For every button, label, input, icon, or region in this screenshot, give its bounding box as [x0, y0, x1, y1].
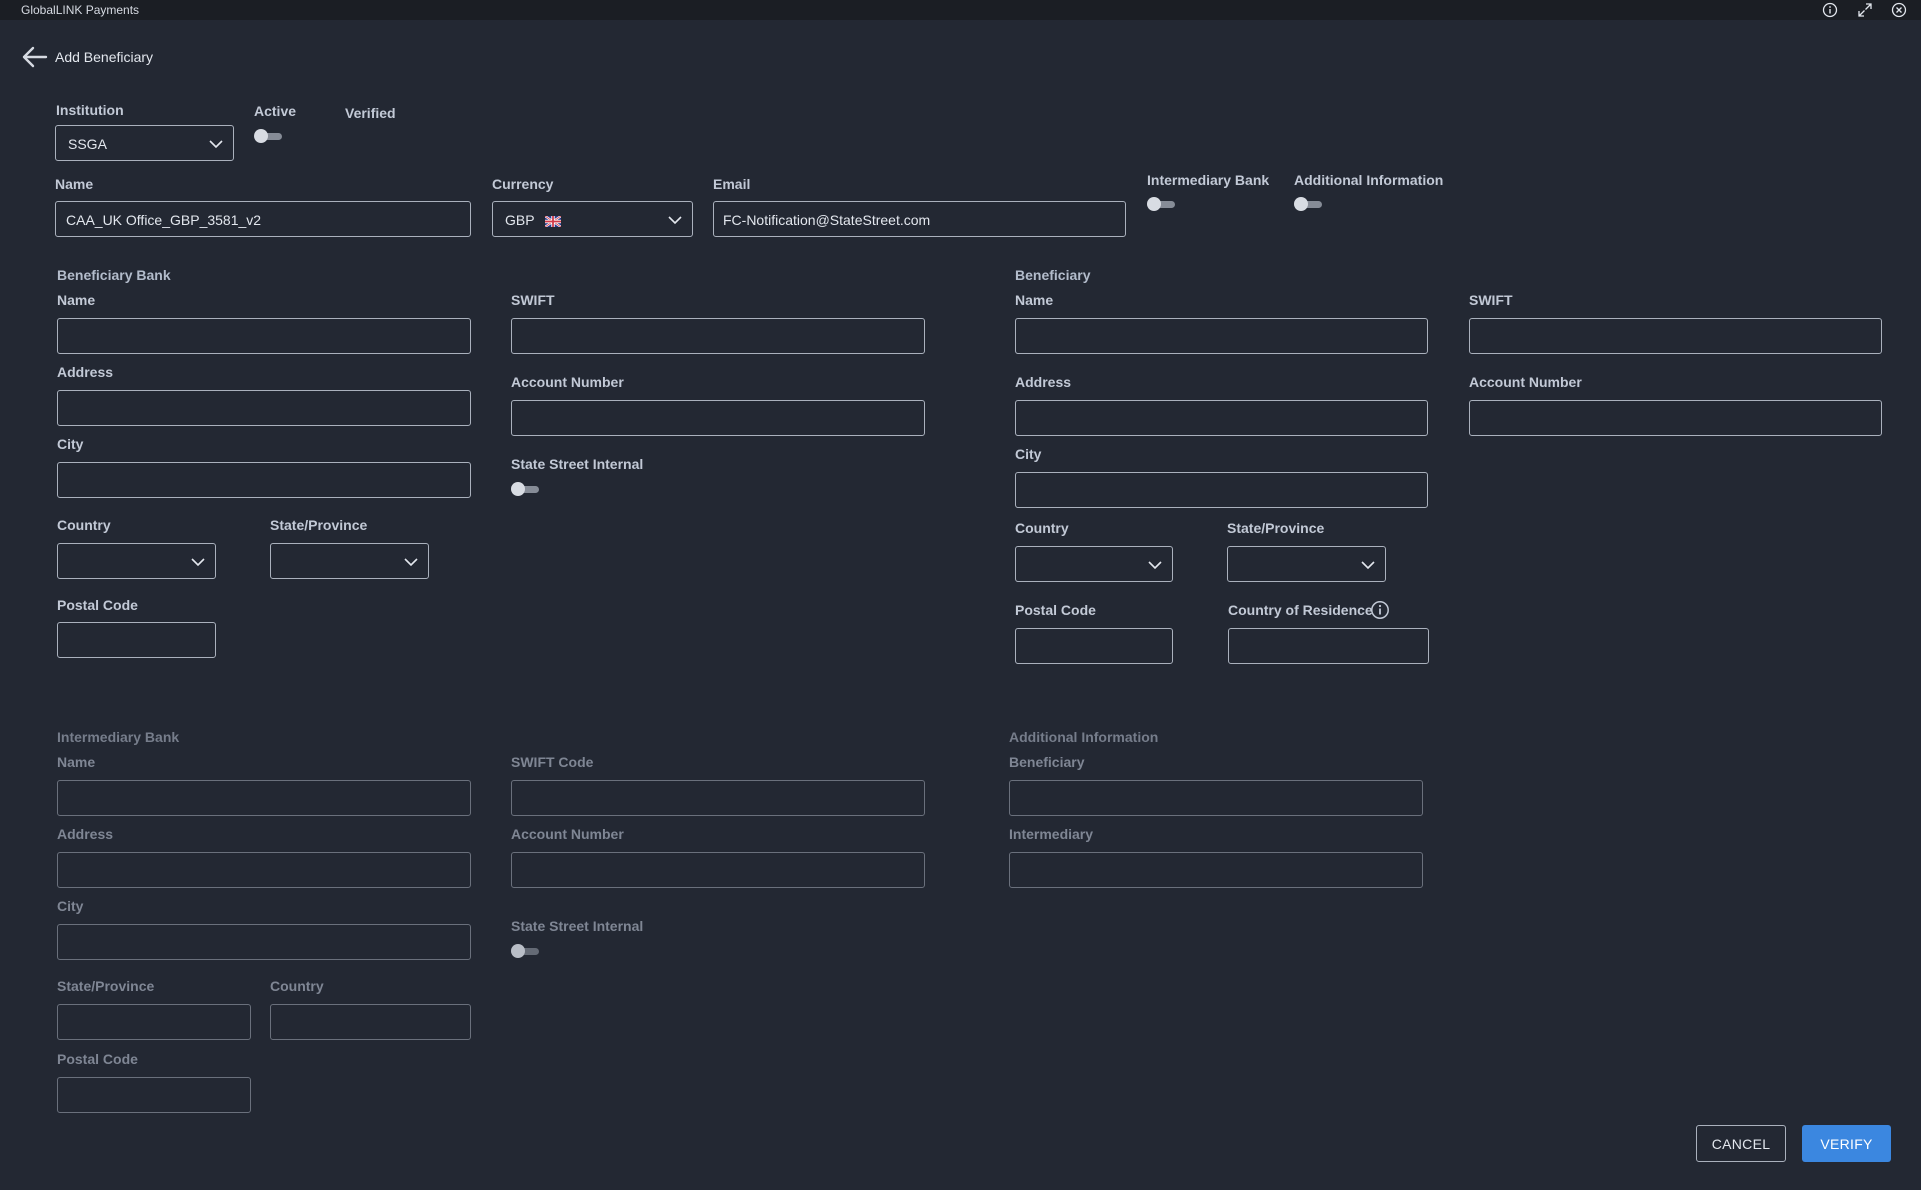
expand-icon[interactable] [1857, 2, 1873, 18]
bb-swift-field[interactable] [511, 318, 925, 354]
verify-button[interactable]: VERIFY [1802, 1125, 1891, 1162]
bb-swift-label: SWIFT [511, 292, 555, 308]
currency-select[interactable]: GBP [492, 201, 693, 237]
ib-state-field[interactable] [57, 1004, 251, 1040]
cancel-button[interactable]: CANCEL [1696, 1125, 1786, 1162]
ben-residence-label: Country of Residence [1228, 602, 1373, 618]
back-button[interactable] [20, 45, 48, 69]
bb-city-field[interactable] [57, 462, 471, 498]
additional-info-heading: Additional Information [1009, 729, 1159, 745]
ib-internal-label: State Street Internal [511, 918, 644, 934]
ben-swift-field[interactable] [1469, 318, 1882, 354]
additional-info-toggle-label: Additional Information [1294, 172, 1444, 188]
ib-address-field[interactable] [57, 852, 471, 888]
ai-intermediary-label: Intermediary [1009, 826, 1094, 842]
info-icon[interactable] [1822, 2, 1838, 18]
bb-postal-field[interactable] [57, 622, 216, 658]
chevron-down-icon [208, 136, 224, 152]
ben-address-field[interactable] [1015, 400, 1428, 436]
bb-name-field[interactable] [57, 318, 471, 354]
ib-country-label: Country [270, 978, 324, 994]
ben-address-label: Address [1015, 374, 1072, 390]
ib-city-field[interactable] [57, 924, 471, 960]
currency-value: GBP [505, 212, 535, 228]
ben-city-field[interactable] [1015, 472, 1428, 508]
currency-label: Currency [492, 176, 554, 192]
bb-country-label: Country [57, 517, 111, 533]
app-title: GlobalLINK Payments [21, 3, 140, 17]
chevron-down-icon [190, 554, 206, 570]
ib-swift-label: SWIFT Code [511, 754, 594, 770]
institution-select[interactable]: SSGA [55, 125, 234, 161]
ib-name-field[interactable] [57, 780, 471, 816]
name-field[interactable]: CAA_UK Office_GBP_3581_v2 [55, 201, 471, 237]
name-value: CAA_UK Office_GBP_3581_v2 [66, 212, 262, 228]
name-label: Name [55, 176, 94, 192]
bb-postal-label: Postal Code [57, 597, 138, 613]
ben-postal-field[interactable] [1015, 628, 1173, 664]
bb-account-label: Account Number [511, 374, 624, 390]
intermediary-bank-heading: Intermediary Bank [57, 729, 180, 745]
ib-swift-field[interactable] [511, 780, 925, 816]
intermediary-bank-toggle[interactable] [1147, 196, 1177, 212]
ben-country-label: Country [1015, 520, 1069, 536]
close-icon[interactable] [1891, 2, 1907, 18]
ib-country-field[interactable] [270, 1004, 471, 1040]
ib-internal-toggle[interactable] [511, 943, 541, 959]
ben-state-label: State/Province [1227, 520, 1325, 536]
ib-state-label: State/Province [57, 978, 155, 994]
chevron-down-icon [1360, 557, 1376, 573]
uk-flag-icon [544, 215, 561, 227]
beneficiary-heading: Beneficiary [1015, 267, 1091, 283]
ib-account-label: Account Number [511, 826, 624, 842]
chevron-down-icon [403, 554, 419, 570]
bb-name-label: Name [57, 292, 96, 308]
ben-name-label: Name [1015, 292, 1054, 308]
bb-city-label: City [57, 436, 84, 452]
ib-city-label: City [57, 898, 84, 914]
bb-state-select[interactable] [270, 543, 429, 579]
ib-postal-label: Postal Code [57, 1051, 138, 1067]
ben-name-field[interactable] [1015, 318, 1428, 354]
title-bar: GlobalLINK Payments [0, 0, 1921, 20]
info-icon[interactable] [1370, 600, 1390, 620]
page-title: Add Beneficiary [55, 49, 154, 65]
active-label: Active [254, 103, 297, 119]
ben-swift-label: SWIFT [1469, 292, 1513, 308]
ib-account-field[interactable] [511, 852, 925, 888]
bb-address-label: Address [57, 364, 114, 380]
bb-account-field[interactable] [511, 400, 925, 436]
ib-address-label: Address [57, 826, 114, 842]
chevron-down-icon [1147, 557, 1163, 573]
ben-residence-field[interactable] [1228, 628, 1429, 664]
email-label: Email [713, 176, 751, 192]
ben-account-field[interactable] [1469, 400, 1882, 436]
bb-internal-label: State Street Internal [511, 456, 644, 472]
bb-internal-toggle[interactable] [511, 481, 541, 497]
bb-country-select[interactable] [57, 543, 216, 579]
chevron-down-icon [667, 212, 683, 228]
ai-intermediary-field[interactable] [1009, 852, 1423, 888]
intermediary-bank-toggle-label: Intermediary Bank [1147, 172, 1270, 188]
bb-address-field[interactable] [57, 390, 471, 426]
ib-name-label: Name [57, 754, 96, 770]
institution-value: SSGA [68, 136, 107, 152]
ai-beneficiary-label: Beneficiary [1009, 754, 1085, 770]
ai-beneficiary-field[interactable] [1009, 780, 1423, 816]
beneficiary-bank-heading: Beneficiary Bank [57, 267, 171, 283]
email-value: FC-Notification@StateStreet.com [723, 212, 931, 228]
arrow-left-icon [22, 46, 48, 68]
ib-postal-field[interactable] [57, 1077, 251, 1113]
additional-info-toggle[interactable] [1294, 196, 1324, 212]
email-field[interactable]: FC-Notification@StateStreet.com [713, 201, 1126, 237]
ben-country-select[interactable] [1015, 546, 1173, 582]
ben-postal-label: Postal Code [1015, 602, 1096, 618]
verified-label: Verified [345, 105, 396, 121]
institution-label: Institution [56, 102, 124, 118]
active-toggle[interactable] [254, 128, 284, 144]
ben-state-select[interactable] [1227, 546, 1386, 582]
bb-state-label: State/Province [270, 517, 368, 533]
ben-account-label: Account Number [1469, 374, 1582, 390]
ben-city-label: City [1015, 446, 1042, 462]
